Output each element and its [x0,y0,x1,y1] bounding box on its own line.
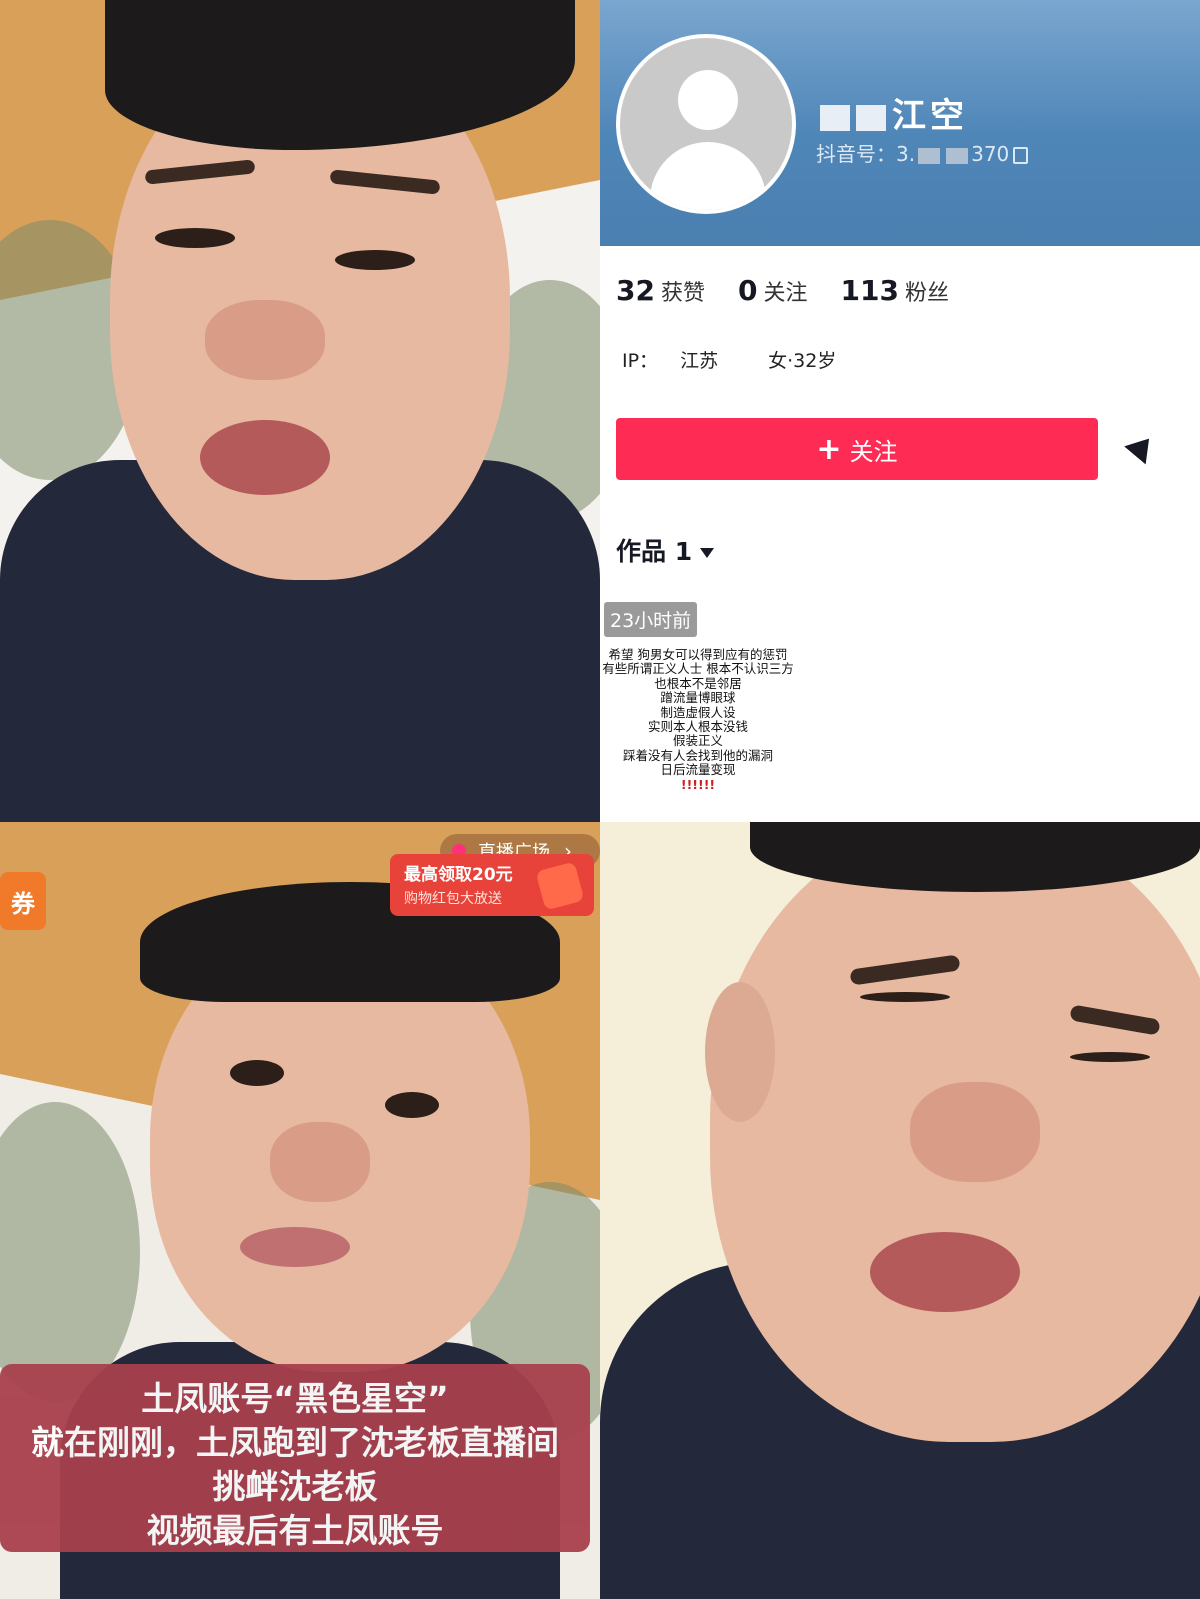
thumbnail-line: 也根本不是邻居 [654,675,742,691]
profile-stats: 32 获赞 0 关注 113 粉丝 [616,274,975,307]
video-thumbnail[interactable]: 23小时前 希望 狗男女可以得到应有的惩罚 有些所谓正义人士 根本不认识三方 也… [600,598,796,822]
redacted-block [946,147,969,164]
caption-line: 就在刚刚，土凤跑到了沈老板直播间 [31,1423,559,1462]
caption-line: 挑衅沈老板 [212,1467,378,1506]
background-tree [0,1102,140,1402]
nose [270,1122,370,1202]
thumbnail-text: 希望 狗男女可以得到应有的惩罚 有些所谓正义人士 根本不认识三方 也根本不是邻居… [600,647,796,792]
caption-line: 视频最后有土凤账号 [146,1511,444,1550]
caption-box: 土凤账号“黑色星空” 就在刚刚，土凤跑到了沈老板直播间 挑衅沈老板 视频最后有土… [0,1364,590,1552]
followers-label[interactable]: 粉丝 [905,281,949,306]
coupon-icon[interactable]: 券 [0,872,46,930]
red-envelope-icon [535,861,585,911]
profile-info: IP： 江苏 女·32岁 [622,346,858,373]
douyin-id-prefix: 抖音号：3. [816,142,916,166]
photo-bottom-right [600,822,1200,1599]
caption-line: 土凤账号“黑色星空” [141,1379,449,1418]
thumbnail-line: 实则本人根本没钱 [647,719,748,735]
thumbnail-line: 日后流量变现 [660,762,736,778]
douyin-id-suffix: 370 [971,142,1010,166]
profile-screenshot: 江空 抖音号：3. 370 32 获赞 0 关注 113 粉丝 IP： 江苏 女·32岁 … [600,0,1200,822]
photo-top-left [0,0,600,822]
redacted-block [918,147,941,164]
eye [385,1092,439,1118]
eye [335,250,415,270]
ear [705,982,775,1122]
works-label: 作品 1 [616,537,693,566]
copy-icon[interactable] [1013,147,1029,164]
eye [155,228,235,248]
eye [230,1060,284,1086]
followers-count[interactable]: 113 [840,274,898,307]
thumbnail-line: 制造虚假人设 [660,704,736,720]
thumbnail-line: 蹭流量博眼球 [660,690,736,706]
douyin-id: 抖音号：3. 370 [816,138,1029,167]
likes-label: 获赞 [660,281,705,306]
red-packet-subtitle: 购物红包大放送 [404,891,502,907]
profile-nickname: 江空 [820,88,968,137]
nose [205,300,325,380]
post-time-badge: 23小时前 [604,602,698,637]
caret-down-icon [700,548,715,558]
avatar-body-icon [650,142,766,210]
ip-label: IP： [622,350,659,372]
share-icon[interactable] [1124,429,1160,465]
coupon-label: 券 [11,889,35,918]
likes-count: 32 [616,274,655,307]
eye [860,992,950,1002]
following-label[interactable]: 关注 [763,281,807,306]
tab-works[interactable]: 作品 1 [616,532,715,568]
avatar-head-icon [678,70,738,130]
redacted-block [856,104,886,131]
red-packet-title: 最高领取20元 [404,865,513,885]
ip-location: IP： 江苏 [622,350,740,372]
redacted-block [820,104,850,131]
nose [910,1082,1040,1182]
thumbnail-line: 希望 狗男女可以得到应有的惩罚 [608,647,788,662]
plus-icon: + [816,431,842,467]
livestream-frame: 直播广场 › 券 最高领取20元 购物红包大放送 土凤账号“黑色星空” 就在刚刚… [0,822,600,1599]
thumbnail-line: 有些所谓正义人士 根本不认识三方 [602,661,794,677]
thumbnail-line: 踩着没有人会找到他的漏洞 [622,747,773,763]
following-count[interactable]: 0 [738,274,757,307]
mouth [200,420,330,495]
eye [1070,1052,1150,1062]
follow-label: 关注 [849,437,898,466]
avatar[interactable] [616,34,796,214]
gender-age: 女·32岁 [768,350,837,372]
mouth [240,1227,350,1267]
follow-button[interactable]: + 关注 [616,418,1098,480]
thumbnail-line: 假装正义 [672,733,723,749]
mouth [870,1232,1020,1312]
nickname-text: 江空 [892,96,968,136]
thumbnail-exclaim: !!!!!! [680,776,716,792]
red-packet-banner[interactable]: 最高领取20元 购物红包大放送 [390,854,594,916]
ip-value: 江苏 [680,350,719,372]
